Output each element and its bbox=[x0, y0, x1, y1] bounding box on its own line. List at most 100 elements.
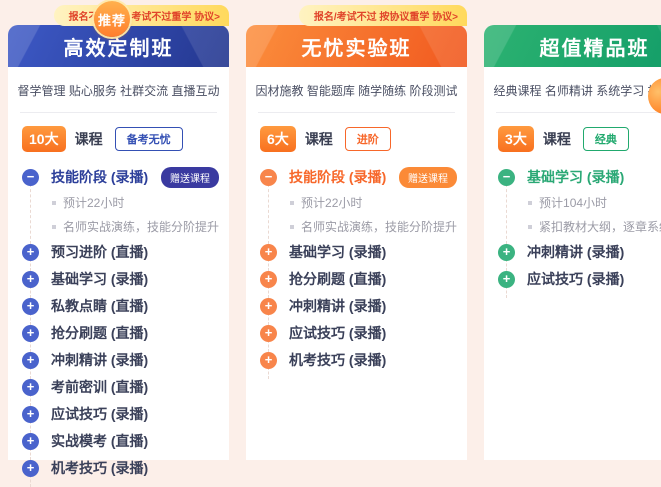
plan-title: 超值精品班 bbox=[540, 32, 650, 61]
divider bbox=[258, 112, 455, 113]
plan-title: 高效定制班 bbox=[64, 32, 174, 61]
course-item-row[interactable]: + 抢分刷题 (直播) bbox=[260, 269, 457, 289]
plus-icon[interactable]: + bbox=[260, 298, 277, 315]
plus-icon[interactable]: + bbox=[22, 406, 39, 423]
plus-icon[interactable]: + bbox=[22, 271, 39, 288]
course-item-label: 抢分刷题 (直播) bbox=[289, 269, 386, 289]
course-count-row: 10大 课程 备考无忧 bbox=[22, 126, 215, 152]
course-item: + 实战模考 (直播) bbox=[22, 431, 219, 451]
course-detail-list: 预计104小时 紧扣教材大纲，逐章系统讲解 bbox=[498, 194, 661, 235]
plus-icon[interactable]: + bbox=[260, 352, 277, 369]
course-detail-list: 预计22小时 名师实战演练，技能分阶提升 bbox=[22, 194, 219, 235]
course-item-row[interactable]: + 预习进阶 (直播) bbox=[22, 242, 219, 262]
minus-icon[interactable]: − bbox=[22, 169, 39, 186]
course-item-row[interactable]: + 基础学习 (录播) bbox=[260, 242, 457, 262]
course-item-row[interactable]: + 应试技巧 (录播) bbox=[498, 269, 661, 289]
minus-icon[interactable]: − bbox=[498, 169, 515, 186]
plus-icon[interactable]: + bbox=[22, 379, 39, 396]
course-plan-card: 超值精品班 经典课程 名师精讲 系统学习 扫除盲点 3大 课程 经典 − 基础学… bbox=[484, 25, 661, 460]
course-detail-list: 预计22小时 名师实战演练，技能分阶提升 bbox=[260, 194, 457, 235]
course-item-row[interactable]: + 考前密训 (直播) bbox=[22, 377, 219, 397]
course-item: + 基础学习 (录播) bbox=[22, 269, 219, 289]
course-item-row[interactable]: + 应试技巧 (录播) bbox=[260, 323, 457, 343]
course-item: − 技能阶段 (录播) 赠送课程 预计22小时 名师实战演练，技能分阶提升 bbox=[22, 167, 219, 235]
plus-icon[interactable]: + bbox=[22, 325, 39, 342]
course-detail-text: 名师实战演练，技能分阶提升 bbox=[301, 218, 457, 235]
course-item-label: 机考技巧 (录播) bbox=[51, 458, 148, 478]
card-header: 无忧实验班 bbox=[246, 25, 467, 67]
plus-icon[interactable]: + bbox=[22, 244, 39, 261]
bullet-dot bbox=[290, 225, 294, 229]
course-item-label: 应试技巧 (录播) bbox=[289, 323, 386, 343]
plus-icon[interactable]: + bbox=[260, 325, 277, 342]
plus-icon[interactable]: + bbox=[22, 298, 39, 315]
course-list: − 基础学习 (录播) 预计104小时 紧扣教材大纲，逐章系统讲解 + 冲刺精讲… bbox=[484, 167, 661, 289]
course-detail: 名师实战演练，技能分阶提升 bbox=[290, 218, 457, 235]
guarantee-ribbon-text: 报名/考试不过 按协议重学 协议> bbox=[314, 12, 458, 23]
course-detail: 预计22小时 bbox=[290, 194, 457, 211]
plan-features: 经典课程 名师精讲 系统学习 扫除盲点 bbox=[484, 82, 661, 99]
decorative-orange-blob bbox=[648, 78, 661, 114]
course-item-row[interactable]: + 冲刺精讲 (录播) bbox=[498, 242, 661, 262]
guarantee-ribbon-text: 报名不过退费 考试不过重学 协议> bbox=[69, 12, 220, 23]
course-item-label: 基础学习 (录播) bbox=[289, 242, 386, 262]
course-detail: 预计104小时 bbox=[528, 194, 661, 211]
course-item-row[interactable]: − 技能阶段 (录播) 赠送课程 bbox=[260, 167, 457, 187]
course-item: + 抢分刷题 (直播) bbox=[22, 323, 219, 343]
course-item-label: 抢分刷题 (直播) bbox=[51, 323, 148, 343]
course-detail-text: 预计22小时 bbox=[301, 194, 362, 211]
course-item: + 机考技巧 (录播) bbox=[260, 350, 457, 370]
course-item-row[interactable]: + 抢分刷题 (直播) bbox=[22, 323, 219, 343]
course-item-label: 预习进阶 (直播) bbox=[51, 242, 148, 262]
course-item: − 基础学习 (录播) 预计104小时 紧扣教材大纲，逐章系统讲解 bbox=[498, 167, 661, 235]
course-item-label: 冲刺精讲 (录播) bbox=[527, 242, 624, 262]
gift-badge: 赠送课程 bbox=[161, 167, 219, 188]
guarantee-ribbon[interactable]: 报名/考试不过 按协议重学 协议> bbox=[299, 5, 467, 26]
course-count-label: 课程 bbox=[543, 129, 571, 149]
course-item-label: 私教点睛 (直播) bbox=[51, 296, 148, 316]
bullet-dot bbox=[52, 225, 56, 229]
course-item: + 冲刺精讲 (录播) bbox=[260, 296, 457, 316]
course-item-row[interactable]: + 冲刺精讲 (录播) bbox=[22, 350, 219, 370]
course-item-row[interactable]: + 机考技巧 (录播) bbox=[260, 350, 457, 370]
plus-icon[interactable]: + bbox=[22, 460, 39, 477]
plus-icon[interactable]: + bbox=[260, 244, 277, 261]
plan-tag: 进阶 bbox=[345, 127, 391, 151]
course-detail-text: 预计22小时 bbox=[63, 194, 124, 211]
course-item-row[interactable]: + 实战模考 (直播) bbox=[22, 431, 219, 451]
plus-icon[interactable]: + bbox=[22, 352, 39, 369]
course-detail: 名师实战演练，技能分阶提升 bbox=[52, 218, 219, 235]
decorative-illustration bbox=[647, 76, 661, 118]
minus-icon[interactable]: − bbox=[260, 169, 277, 186]
plus-icon[interactable]: + bbox=[498, 271, 515, 288]
course-item-row[interactable]: − 技能阶段 (录播) 赠送课程 bbox=[22, 167, 219, 187]
divider bbox=[496, 112, 661, 113]
course-list: − 技能阶段 (录播) 赠送课程 预计22小时 名师实战演练，技能分阶提升 + … bbox=[246, 167, 467, 370]
course-item-row[interactable]: + 机考技巧 (录播) bbox=[22, 458, 219, 478]
course-item-row[interactable]: + 基础学习 (录播) bbox=[22, 269, 219, 289]
course-count-label: 课程 bbox=[75, 129, 103, 149]
course-item: + 冲刺精讲 (录播) bbox=[498, 242, 661, 262]
course-item-row[interactable]: − 基础学习 (录播) bbox=[498, 167, 661, 187]
course-item: + 机考技巧 (录播) bbox=[22, 458, 219, 478]
course-plan-card: 报名/考试不过 按协议重学 协议> 无忧实验班 因材施教 智能题库 随学随练 阶… bbox=[246, 25, 467, 460]
course-item-row[interactable]: + 私教点睛 (直播) bbox=[22, 296, 219, 316]
course-count-badge: 6大 bbox=[260, 126, 296, 152]
course-item-label: 实战模考 (直播) bbox=[51, 431, 148, 451]
plus-icon[interactable]: + bbox=[260, 271, 277, 288]
course-list: − 技能阶段 (录播) 赠送课程 预计22小时 名师实战演练，技能分阶提升 + … bbox=[8, 167, 229, 478]
plan-title: 无忧实验班 bbox=[302, 32, 412, 61]
guarantee-ribbon[interactable]: 报名不过退费 考试不过重学 协议> bbox=[54, 5, 229, 26]
gift-badge: 赠送课程 bbox=[399, 167, 457, 188]
plan-features: 因材施教 智能题库 随学随练 阶段测试 bbox=[246, 82, 467, 99]
plus-icon[interactable]: + bbox=[22, 433, 39, 450]
course-item-row[interactable]: + 冲刺精讲 (录播) bbox=[260, 296, 457, 316]
course-item-row[interactable]: + 应试技巧 (录播) bbox=[22, 404, 219, 424]
course-plan-card: 报名不过退费 考试不过重学 协议> 推荐 高效定制班 督学管理 贴心服务 社群交… bbox=[8, 25, 229, 460]
course-item: + 预习进阶 (直播) bbox=[22, 242, 219, 262]
course-item: − 技能阶段 (录播) 赠送课程 预计22小时 名师实战演练，技能分阶提升 bbox=[260, 167, 457, 235]
bullet-dot bbox=[528, 225, 532, 229]
plus-icon[interactable]: + bbox=[498, 244, 515, 261]
recommend-badge: 推荐 bbox=[94, 1, 130, 37]
course-detail-text: 名师实战演练，技能分阶提升 bbox=[63, 218, 219, 235]
